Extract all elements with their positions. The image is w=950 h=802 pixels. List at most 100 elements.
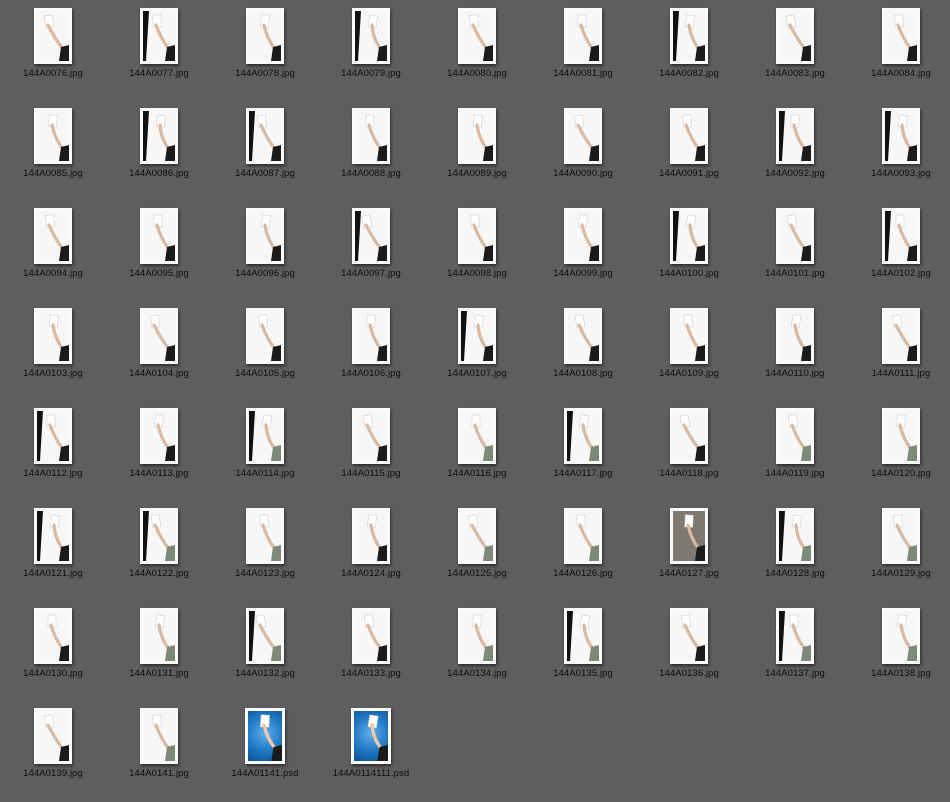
file-item[interactable]: 144A0118.jpg xyxy=(636,402,742,502)
file-item[interactable]: 144A0131.jpg xyxy=(106,602,212,702)
file-item[interactable]: 144A0124.jpg xyxy=(318,502,424,602)
photo-thumbnail-icon xyxy=(564,508,602,564)
file-name-label: 144A0124.jpg xyxy=(341,568,401,579)
file-name-label: 144A0100.jpg xyxy=(659,268,719,279)
file-item[interactable]: 144A0119.jpg xyxy=(742,402,848,502)
file-item[interactable]: 144A0099.jpg xyxy=(530,202,636,302)
file-name-label: 144A0133.jpg xyxy=(341,668,401,679)
photo-thumbnail-icon xyxy=(882,408,920,464)
file-name-label: 144A0079.jpg xyxy=(341,68,401,79)
file-item[interactable]: 144A0096.jpg xyxy=(212,202,318,302)
file-name-label: 144A0127.jpg xyxy=(659,568,719,579)
file-item[interactable]: 144A0138.jpg xyxy=(848,602,950,702)
file-item[interactable]: 144A0133.jpg xyxy=(318,602,424,702)
file-item[interactable]: 144A0114.jpg xyxy=(212,402,318,502)
photo-thumbnail-icon xyxy=(564,8,602,64)
file-item[interactable]: 144A0113.jpg xyxy=(106,402,212,502)
file-item[interactable]: 144A0090.jpg xyxy=(530,102,636,202)
file-item[interactable]: 144A0130.jpg xyxy=(0,602,106,702)
file-item[interactable]: 144A0135.jpg xyxy=(530,602,636,702)
file-item[interactable]: 144A0091.jpg xyxy=(636,102,742,202)
file-item[interactable]: 144A0115.jpg xyxy=(318,402,424,502)
file-item[interactable]: 144A0125.jpg xyxy=(424,502,530,602)
photo-thumbnail-icon xyxy=(458,608,496,664)
file-item[interactable]: 144A0079.jpg xyxy=(318,2,424,102)
file-item[interactable]: 144A0122.jpg xyxy=(106,502,212,602)
file-item[interactable]: 144A0098.jpg xyxy=(424,202,530,302)
photo-thumbnail-icon xyxy=(458,408,496,464)
file-item[interactable]: 144A0078.jpg xyxy=(212,2,318,102)
file-name-label: 144A0103.jpg xyxy=(23,368,83,379)
file-item[interactable]: 144A0123.jpg xyxy=(212,502,318,602)
photo-thumbnail-icon xyxy=(458,308,496,364)
file-item[interactable]: 144A01141.psd xyxy=(212,702,318,802)
file-item[interactable]: 144A0076.jpg xyxy=(0,2,106,102)
file-item[interactable]: 144A0114111.psd xyxy=(318,702,424,802)
file-item[interactable]: 144A0095.jpg xyxy=(106,202,212,302)
file-item[interactable]: 144A0107.jpg xyxy=(424,302,530,402)
file-item[interactable]: 144A0077.jpg xyxy=(106,2,212,102)
file-item[interactable]: 144A0087.jpg xyxy=(212,102,318,202)
file-name-label: 144A0111.jpg xyxy=(871,368,931,379)
file-item[interactable]: 144A0141.jpg xyxy=(106,702,212,802)
photo-thumbnail-icon xyxy=(882,308,920,364)
file-item[interactable]: 144A0094.jpg xyxy=(0,202,106,302)
photo-thumbnail-icon xyxy=(458,108,496,164)
file-name-label: 144A0085.jpg xyxy=(23,168,83,179)
file-item[interactable]: 144A0092.jpg xyxy=(742,102,848,202)
file-item[interactable]: 144A0136.jpg xyxy=(636,602,742,702)
file-item[interactable]: 144A0105.jpg xyxy=(212,302,318,402)
file-item[interactable]: 144A0134.jpg xyxy=(424,602,530,702)
photo-thumbnail-icon xyxy=(246,608,284,664)
photo-thumbnail-icon xyxy=(140,308,178,364)
file-item[interactable]: 144A0103.jpg xyxy=(0,302,106,402)
file-item[interactable]: 144A0081.jpg xyxy=(530,2,636,102)
file-item[interactable]: 144A0137.jpg xyxy=(742,602,848,702)
photo-thumbnail-icon xyxy=(458,8,496,64)
file-item[interactable]: 144A0128.jpg xyxy=(742,502,848,602)
file-item[interactable]: 144A0097.jpg xyxy=(318,202,424,302)
psd-thumbnail-icon xyxy=(245,708,285,764)
file-item[interactable]: 144A0082.jpg xyxy=(636,2,742,102)
file-name-label: 144A0138.jpg xyxy=(871,668,931,679)
file-item[interactable]: 144A0104.jpg xyxy=(106,302,212,402)
photo-thumbnail-icon xyxy=(670,308,708,364)
file-name-label: 144A0119.jpg xyxy=(765,468,825,479)
file-item[interactable]: 144A0129.jpg xyxy=(848,502,950,602)
file-name-label: 144A0101.jpg xyxy=(765,268,825,279)
file-item[interactable]: 144A0101.jpg xyxy=(742,202,848,302)
file-item[interactable]: 144A0126.jpg xyxy=(530,502,636,602)
file-name-label: 144A0097.jpg xyxy=(341,268,401,279)
file-item[interactable]: 144A0108.jpg xyxy=(530,302,636,402)
file-item[interactable]: 144A0088.jpg xyxy=(318,102,424,202)
file-item[interactable]: 144A0139.jpg xyxy=(0,702,106,802)
file-item[interactable]: 144A0102.jpg xyxy=(848,202,950,302)
file-item[interactable]: 144A0121.jpg xyxy=(0,502,106,602)
file-item[interactable]: 144A0085.jpg xyxy=(0,102,106,202)
file-item[interactable]: 144A0116.jpg xyxy=(424,402,530,502)
file-item[interactable]: 144A0117.jpg xyxy=(530,402,636,502)
file-item[interactable]: 144A0127.jpg xyxy=(636,502,742,602)
photo-thumbnail-icon xyxy=(458,208,496,264)
file-item[interactable]: 144A0089.jpg xyxy=(424,102,530,202)
file-item[interactable]: 144A0132.jpg xyxy=(212,602,318,702)
file-item[interactable]: 144A0111.jpg xyxy=(848,302,950,402)
file-name-label: 144A0107.jpg xyxy=(447,368,507,379)
file-item[interactable]: 144A0120.jpg xyxy=(848,402,950,502)
file-item[interactable]: 144A0093.jpg xyxy=(848,102,950,202)
file-name-label: 144A0105.jpg xyxy=(235,368,295,379)
photo-thumbnail-icon xyxy=(352,208,390,264)
file-item[interactable]: 144A0110.jpg xyxy=(742,302,848,402)
file-item[interactable]: 144A0080.jpg xyxy=(424,2,530,102)
file-item[interactable]: 144A0086.jpg xyxy=(106,102,212,202)
file-item[interactable]: 144A0083.jpg xyxy=(742,2,848,102)
file-item[interactable]: 144A0109.jpg xyxy=(636,302,742,402)
file-item[interactable]: 144A0112.jpg xyxy=(0,402,106,502)
photo-thumbnail-icon xyxy=(352,508,390,564)
file-item[interactable]: 144A0100.jpg xyxy=(636,202,742,302)
photo-thumbnail-icon xyxy=(34,308,72,364)
file-name-label: 144A0081.jpg xyxy=(553,68,613,79)
photo-thumbnail-icon xyxy=(458,508,496,564)
file-item[interactable]: 144A0106.jpg xyxy=(318,302,424,402)
file-item[interactable]: 144A0084.jpg xyxy=(848,2,950,102)
